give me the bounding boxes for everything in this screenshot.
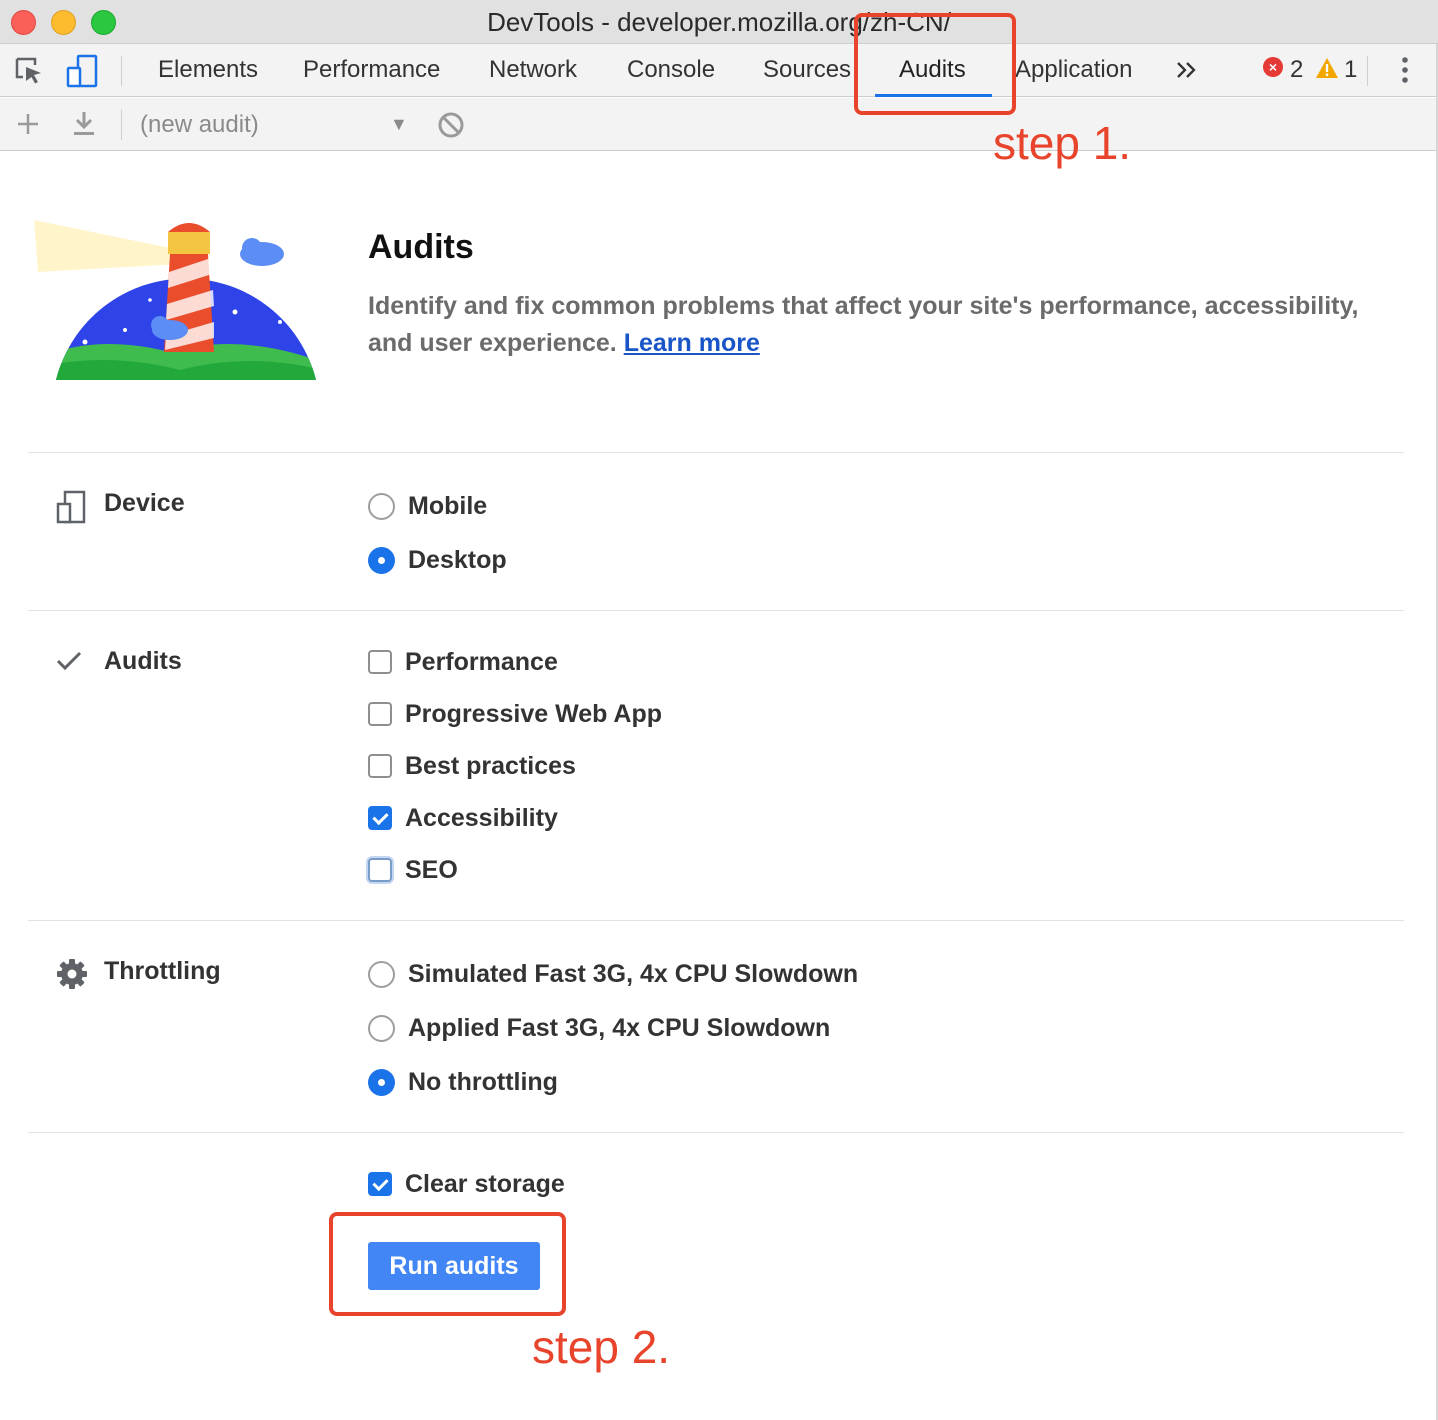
performance-checkbox[interactable] xyxy=(368,650,392,674)
clear-icon[interactable] xyxy=(437,111,465,139)
tab-network[interactable]: Network xyxy=(489,56,577,84)
throttling-option-applied[interactable]: Applied Fast 3G, 4x CPU Slowdown xyxy=(368,1013,830,1043)
throttling-section-label: Throttling xyxy=(104,957,221,985)
throttling-option-simulated[interactable]: Simulated Fast 3G, 4x CPU Slowdown xyxy=(368,959,858,989)
clear-storage-checkbox[interactable] xyxy=(368,1172,392,1196)
audit-select[interactable]: (new audit) xyxy=(140,111,259,139)
option-label: Mobile xyxy=(408,491,488,520)
device-icon xyxy=(56,490,86,524)
chevron-down-icon[interactable]: ▼ xyxy=(390,114,408,135)
accessibility-checkbox[interactable] xyxy=(368,806,392,830)
error-count[interactable]: 2 xyxy=(1290,56,1303,84)
page-description: Identify and fix common problems that af… xyxy=(368,288,1398,362)
option-label: Applied Fast 3G, 4x CPU Slowdown xyxy=(408,1013,831,1042)
simulated-radio[interactable] xyxy=(368,960,395,988)
lighthouse-logo xyxy=(34,220,316,380)
seo-checkbox[interactable] xyxy=(368,858,392,882)
toolbar-divider xyxy=(1367,56,1368,86)
window-titlebar: DevTools - developer.mozilla.org/zh-CN/ xyxy=(0,0,1438,44)
inspect-element-icon[interactable] xyxy=(14,56,44,86)
description-text: Identify and fix common problems that af… xyxy=(368,292,1359,357)
best-practices-checkbox[interactable] xyxy=(368,754,392,778)
learn-more-link[interactable]: Learn more xyxy=(624,329,760,357)
option-label: Desktop xyxy=(408,545,507,574)
section-divider xyxy=(28,452,1404,453)
device-option-mobile[interactable]: Mobile xyxy=(368,491,487,521)
audit-option-performance[interactable]: Performance xyxy=(368,647,558,677)
no-throttling-radio[interactable] xyxy=(368,1068,395,1096)
checkmark-icon xyxy=(56,651,82,671)
step1-highlight-box xyxy=(854,13,1016,115)
throttling-option-none[interactable]: No throttling xyxy=(368,1067,558,1097)
toolbar-divider xyxy=(121,110,122,140)
option-label: Clear storage xyxy=(405,1169,565,1198)
option-label: Simulated Fast 3G, 4x CPU Slowdown xyxy=(408,959,859,988)
warning-icon[interactable] xyxy=(1315,57,1339,79)
device-toolbar-icon[interactable] xyxy=(66,54,98,88)
step2-highlight-box xyxy=(329,1212,566,1316)
option-label: Performance xyxy=(405,647,558,676)
section-divider xyxy=(28,920,1404,921)
option-label: SEO xyxy=(405,855,458,884)
tab-sources[interactable]: Sources xyxy=(763,56,851,84)
pwa-checkbox[interactable] xyxy=(368,702,392,726)
tab-console[interactable]: Console xyxy=(627,56,715,84)
audits-section-label: Audits xyxy=(104,647,182,675)
audit-option-accessibility[interactable]: Accessibility xyxy=(368,803,558,833)
option-label: Accessibility xyxy=(405,803,558,832)
more-tabs-icon[interactable] xyxy=(1176,61,1198,79)
kebab-menu-icon[interactable] xyxy=(1400,56,1410,86)
audit-option-best-practices[interactable]: Best practices xyxy=(368,751,576,781)
toolbar-divider xyxy=(121,56,122,86)
gear-icon xyxy=(57,959,87,989)
mobile-radio[interactable] xyxy=(368,492,395,520)
section-divider xyxy=(28,610,1404,611)
applied-radio[interactable] xyxy=(368,1014,395,1042)
audit-option-pwa[interactable]: Progressive Web App xyxy=(368,699,662,729)
device-section-label: Device xyxy=(104,489,185,517)
audit-option-seo[interactable]: SEO xyxy=(368,855,458,885)
desktop-radio[interactable] xyxy=(368,546,395,574)
warning-count[interactable]: 1 xyxy=(1344,56,1357,84)
tab-elements[interactable]: Elements xyxy=(158,56,258,84)
step1-annotation: step 1. xyxy=(993,117,1132,169)
tab-application[interactable]: Application xyxy=(1015,56,1132,84)
add-icon[interactable] xyxy=(16,112,40,136)
window-title: DevTools - developer.mozilla.org/zh-CN/ xyxy=(487,7,951,37)
option-label: Progressive Web App xyxy=(405,699,663,728)
page-title: Audits xyxy=(368,228,474,266)
device-option-desktop[interactable]: Desktop xyxy=(368,545,507,575)
tab-performance[interactable]: Performance xyxy=(303,56,440,84)
option-label: Best practices xyxy=(405,751,576,780)
download-icon[interactable] xyxy=(72,110,96,138)
step2-annotation: step 2. xyxy=(532,1321,671,1373)
clear-storage-option[interactable]: Clear storage xyxy=(368,1169,565,1199)
option-label: No throttling xyxy=(408,1067,558,1096)
error-icon[interactable]: × xyxy=(1263,57,1283,77)
section-divider xyxy=(28,1132,1404,1133)
